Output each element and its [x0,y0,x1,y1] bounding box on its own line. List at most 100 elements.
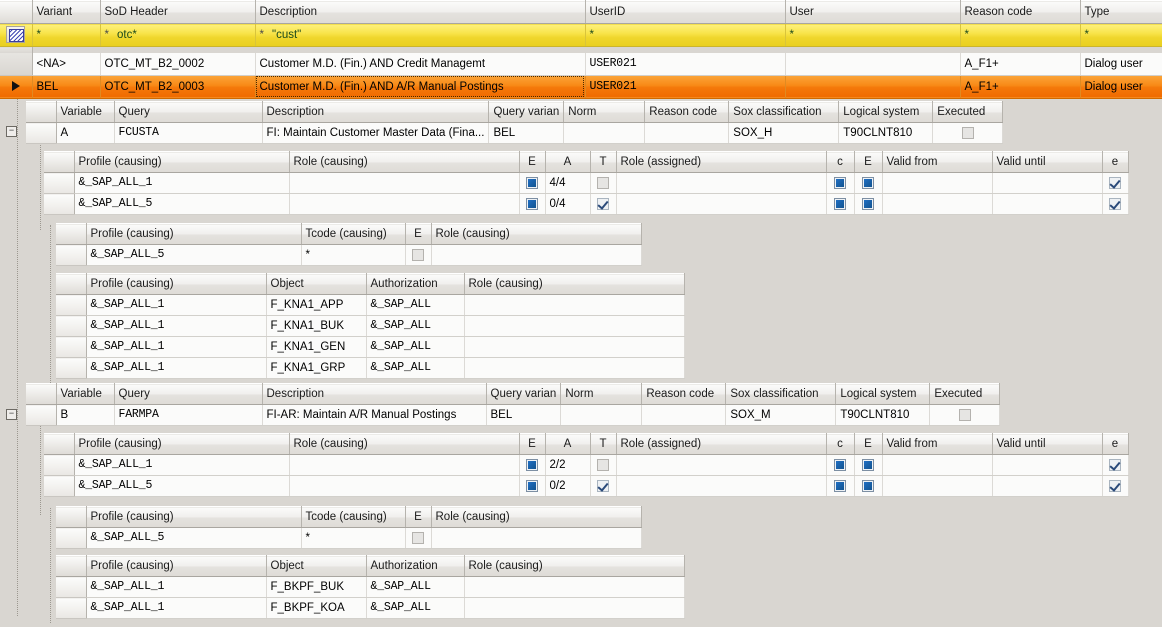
cell-role-causing[interactable] [464,577,684,598]
col-header-e1[interactable]: E [519,434,545,455]
row-handle[interactable] [56,577,86,598]
col-header-e[interactable]: E [405,507,431,528]
cell-t[interactable] [590,173,616,194]
table-header-row[interactable]: VariableQueryDescriptionQuery varianNorm… [26,102,1003,123]
col-header-valid-from[interactable]: Valid from [882,434,992,455]
query-variable-table-b[interactable]: VariableQueryDescriptionQuery varianNorm… [26,383,1000,426]
filter-icon[interactable] [6,26,25,43]
cell-valid-until[interactable] [992,194,1102,215]
table-row[interactable]: &_SAP_ALL_1F_KNA1_APP&_SAP_ALL [56,295,684,316]
cell-reason-code[interactable]: A_F1+ [960,53,1080,76]
authorization-object-table-b[interactable]: Profile (causing)ObjectAuthorizationRole… [56,555,685,619]
square-filled-icon[interactable] [862,177,874,189]
col-header-role-assigned[interactable]: Role (assigned) [616,434,826,455]
cell-object[interactable]: F_KNA1_BUK [266,316,366,337]
square-filled-icon[interactable] [526,480,538,492]
col-header-tcode-causing[interactable]: Tcode (causing) [301,507,405,528]
cell-query-variant[interactable]: BEL [486,405,561,426]
col-header-logical-system[interactable]: Logical system [839,102,933,123]
cell-a[interactable]: 4/4 [545,173,590,194]
col-header-profile-causing[interactable]: Profile (causing) [74,152,289,173]
cell-profile-causing[interactable]: &_SAP_ALL_1 [86,295,266,316]
square-filled-icon[interactable] [862,198,874,210]
col-header-c[interactable]: c [826,152,854,173]
table-row[interactable]: &_SAP_ALL_1F_KNA1_GRP&_SAP_ALL [56,358,684,379]
table-header-row[interactable]: VariableQueryDescriptionQuery varianNorm… [26,384,1000,405]
cell-t[interactable] [590,476,616,497]
row-handle[interactable] [44,476,74,497]
col-header-norm[interactable]: Norm [564,102,645,123]
cell-e1[interactable] [519,476,545,497]
table-header-row[interactable]: Profile (causing)ObjectAuthorizationRole… [56,274,684,295]
col-header-executed[interactable]: Executed [930,384,1000,405]
cell-query-variant[interactable]: BEL [489,123,564,144]
square-filled-icon[interactable] [834,177,846,189]
filter-cell-variant[interactable]: * [32,24,100,47]
cell-valid-from[interactable] [882,173,992,194]
col-header-role-causing[interactable]: Role (causing) [464,556,684,577]
cell-sox-classification[interactable]: SOX_M [726,405,836,426]
col-header-a[interactable]: A [545,434,590,455]
cell-description[interactable]: Customer M.D. (Fin.) AND A/R Manual Post… [255,75,585,98]
col-header-valid-until[interactable]: Valid until [992,434,1102,455]
cell-valid-until[interactable] [992,476,1102,497]
cell-authorization[interactable]: &_SAP_ALL [366,295,464,316]
tcode-table-b[interactable]: Profile (causing)Tcode (causing)ERole (c… [56,506,642,549]
cell-valid-from[interactable] [882,476,992,497]
col-header-e3[interactable]: e [1102,152,1128,173]
filter-row[interactable]: **otc**"cust"**** [0,24,1162,47]
col-header-valid-from[interactable]: Valid from [882,152,992,173]
cell-logical-system[interactable]: T90CLNT810 [836,405,930,426]
cell-role-causing[interactable] [464,598,684,619]
col-header-user[interactable]: User [785,1,960,24]
table-row[interactable]: AFCUSTAFI: Maintain Customer Master Data… [26,123,1003,144]
cell-sod-header[interactable]: OTC_MT_B2_0002 [100,53,255,76]
col-header-reason-code[interactable]: Reason code [642,384,726,405]
cell-user[interactable] [785,53,960,76]
row-handle[interactable] [56,295,86,316]
cell-variable[interactable]: B [56,405,114,426]
col-header-reason-code[interactable]: Reason code [960,1,1080,24]
cell-object[interactable]: F_KNA1_GRP [266,358,366,379]
cell-valid-until[interactable] [992,455,1102,476]
row-handle[interactable] [56,337,86,358]
col-header-sox-classification[interactable]: Sox classification [729,102,839,123]
col-header-role-causing[interactable]: Role (causing) [431,507,641,528]
cell-profile-causing[interactable]: &_SAP_ALL_5 [86,528,301,549]
table-row[interactable]: &_SAP_ALL_50/2 [44,476,1128,497]
cell-a[interactable]: 2/2 [545,455,590,476]
cell-e[interactable] [405,528,431,549]
col-header-profile-causing[interactable]: Profile (causing) [86,224,301,245]
cell-profile-causing[interactable]: &_SAP_ALL_1 [86,358,266,379]
cell-role-assigned[interactable] [616,173,826,194]
row-handle[interactable] [44,173,74,194]
filter-cell-user[interactable]: * [785,24,960,47]
cell-e2[interactable] [854,455,882,476]
cell-tcode-causing[interactable]: * [301,528,405,549]
cell-e3[interactable] [1102,194,1128,215]
cell-valid-from[interactable] [882,194,992,215]
col-header-valid-until[interactable]: Valid until [992,152,1102,173]
col-header-query-variant[interactable]: Query varian [486,384,561,405]
cell-role-causing[interactable] [289,476,519,497]
cell-e1[interactable] [519,194,545,215]
col-header-logical-system[interactable]: Logical system [836,384,930,405]
cell-profile-causing[interactable]: &_SAP_ALL_5 [74,194,289,215]
row-handle[interactable] [44,194,74,215]
tcode-table-a[interactable]: Profile (causing)Tcode (causing)ERole (c… [56,223,642,266]
col-header-type[interactable]: Type [1080,1,1162,24]
cell-role-causing[interactable] [289,173,519,194]
cell-role-causing[interactable] [464,337,684,358]
cell-profile-causing[interactable]: &_SAP_ALL_5 [74,476,289,497]
col-header-role-causing[interactable]: Role (causing) [464,274,684,295]
table-row[interactable]: &_SAP_ALL_50/4 [44,194,1128,215]
cell-type[interactable]: Dialog user [1080,75,1162,98]
table-row[interactable]: &_SAP_ALL_1F_KNA1_BUK&_SAP_ALL [56,316,684,337]
col-header-variable[interactable]: Variable [56,102,114,123]
cell-e1[interactable] [519,455,545,476]
cell-role-causing[interactable] [431,245,641,266]
cell-userid[interactable]: USER021 [585,75,785,98]
square-filled-icon[interactable] [526,177,538,189]
row-cursor-cell[interactable] [0,53,32,76]
col-header-profile-causing[interactable]: Profile (causing) [86,507,301,528]
